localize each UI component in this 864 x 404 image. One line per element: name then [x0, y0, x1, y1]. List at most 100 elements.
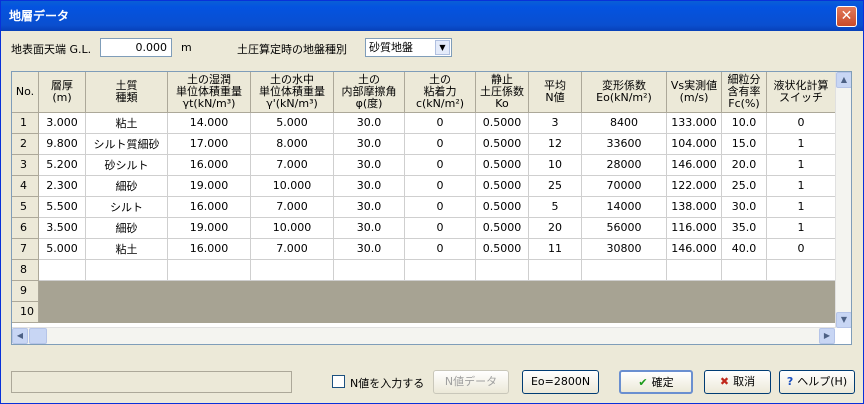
grid-cell[interactable]	[333, 301, 405, 323]
grid-cell[interactable]: 30.0	[333, 175, 405, 197]
grid-cell[interactable]: 0.5000	[475, 133, 529, 155]
grid-cell[interactable]: 0.5000	[475, 154, 529, 176]
grid-cell[interactable]: 30.0	[333, 112, 405, 134]
grid-cell[interactable]: 10.000	[250, 217, 334, 239]
grid-cell[interactable]: 30.0	[333, 133, 405, 155]
grid-cell[interactable]: 3.500	[38, 217, 86, 239]
grid-cell[interactable]: 16.000	[167, 238, 251, 260]
grid-cell[interactable]: 0.5000	[475, 196, 529, 218]
grid-cell[interactable]: 8400	[581, 112, 667, 134]
surface-elevation-input[interactable]: 0.000	[100, 38, 172, 57]
grid-cell[interactable]: 116.000	[666, 217, 722, 239]
grid-cell[interactable]: 1	[766, 196, 836, 218]
scroll-thumb[interactable]	[29, 328, 47, 344]
grid-cell[interactable]: 砂シルト	[85, 154, 168, 176]
grid-cell[interactable]: 2.300	[38, 175, 86, 197]
grid-cell[interactable]	[581, 259, 667, 281]
grid-cell[interactable]: 0.5000	[475, 238, 529, 260]
grid-cell[interactable]: 8.000	[250, 133, 334, 155]
grid-cell[interactable]: 19.000	[167, 175, 251, 197]
grid-cell[interactable]: 16.000	[167, 196, 251, 218]
grid-cell[interactable]	[38, 280, 86, 302]
grid-cell[interactable]: 70000	[581, 175, 667, 197]
grid-cell[interactable]: 14000	[581, 196, 667, 218]
grid-cell[interactable]: 30.0	[333, 238, 405, 260]
grid-cell[interactable]: 25.0	[721, 175, 767, 197]
grid-cell[interactable]: 粘土	[85, 112, 168, 134]
grid-cell[interactable]: 0.5000	[475, 217, 529, 239]
grid-cell[interactable]	[85, 259, 168, 281]
grid-cell[interactable]: 1	[766, 175, 836, 197]
grid-cell[interactable]	[404, 301, 476, 323]
grid-cell[interactable]	[85, 280, 168, 302]
scroll-up-icon[interactable]: ▲	[836, 72, 851, 88]
grid-cell[interactable]: 30800	[581, 238, 667, 260]
grid-cell[interactable]	[721, 280, 767, 302]
n-value-checkbox[interactable]	[332, 375, 345, 388]
grid-cell[interactable]	[528, 280, 582, 302]
grid-cell[interactable]: 20.0	[721, 154, 767, 176]
grid-cell[interactable]: 0	[404, 196, 476, 218]
vertical-scrollbar[interactable]: ▲ ▼	[835, 72, 851, 328]
grid-cell[interactable]: 15.0	[721, 133, 767, 155]
grid-cell[interactable]: 5.000	[250, 112, 334, 134]
grid-cell[interactable]	[475, 280, 529, 302]
grid-cell[interactable]	[404, 259, 476, 281]
grid-cell[interactable]	[766, 301, 836, 323]
grid-cell[interactable]: 104.000	[666, 133, 722, 155]
grid-cell[interactable]	[666, 280, 722, 302]
grid-cell[interactable]	[38, 259, 86, 281]
grid-cell[interactable]: 35.0	[721, 217, 767, 239]
grid-cell[interactable]: 7.000	[250, 154, 334, 176]
grid-cell[interactable]: 30.0	[333, 217, 405, 239]
grid-cell[interactable]: シルト質細砂	[85, 133, 168, 155]
grid-cell[interactable]: 0	[404, 112, 476, 134]
grid-cell[interactable]: 25	[528, 175, 582, 197]
grid-cell[interactable]: 0.5000	[475, 175, 529, 197]
grid-cell[interactable]: 0	[404, 238, 476, 260]
grid-cell[interactable]: 0.5000	[475, 112, 529, 134]
grid-cell[interactable]	[581, 280, 667, 302]
grid-cell[interactable]	[581, 301, 667, 323]
grid-cell[interactable]: 11	[528, 238, 582, 260]
grid-cell[interactable]: 138.000	[666, 196, 722, 218]
grid-cell[interactable]	[666, 259, 722, 281]
grid-cell[interactable]: 9.800	[38, 133, 86, 155]
grid-cell[interactable]: 30.0	[333, 196, 405, 218]
grid-cell[interactable]: 0	[404, 175, 476, 197]
grid-cell[interactable]	[333, 259, 405, 281]
grid-cell[interactable]	[167, 259, 251, 281]
grid-cell[interactable]: 20	[528, 217, 582, 239]
cancel-button[interactable]: ✖ 取消	[704, 370, 771, 394]
grid-cell[interactable]: 12	[528, 133, 582, 155]
grid-cell[interactable]	[404, 280, 476, 302]
grid-cell[interactable]: 1	[766, 133, 836, 155]
grid-cell[interactable]: 細砂	[85, 175, 168, 197]
grid-cell[interactable]: 0	[404, 217, 476, 239]
grid-cell[interactable]	[528, 301, 582, 323]
grid-cell[interactable]: 16.000	[167, 154, 251, 176]
grid-cell[interactable]: 33600	[581, 133, 667, 155]
scroll-right-icon[interactable]: ▶	[819, 328, 835, 344]
grid-cell[interactable]: 3.000	[38, 112, 86, 134]
scroll-left-icon[interactable]: ◀	[12, 328, 28, 344]
grid-cell[interactable]: 14.000	[167, 112, 251, 134]
grid-cell[interactable]: 粘土	[85, 238, 168, 260]
grid-cell[interactable]	[475, 259, 529, 281]
grid-cell[interactable]: 3	[528, 112, 582, 134]
eo-button[interactable]: Eo=2800N	[522, 370, 599, 394]
grid-cell[interactable]: 5.200	[38, 154, 86, 176]
grid-cell[interactable]: 30.0	[721, 196, 767, 218]
grid-cell[interactable]: 7.000	[250, 238, 334, 260]
grid-cell[interactable]: 146.000	[666, 154, 722, 176]
grid-cell[interactable]: 56000	[581, 217, 667, 239]
grid-cell[interactable]	[333, 280, 405, 302]
grid-cell[interactable]: 10.0	[721, 112, 767, 134]
grid-cell[interactable]	[167, 301, 251, 323]
grid-cell[interactable]	[475, 301, 529, 323]
grid-cell[interactable]: 細砂	[85, 217, 168, 239]
n-data-button[interactable]: N値データ	[433, 370, 509, 394]
chevron-down-icon[interactable]: ▼	[435, 40, 450, 55]
grid-cell[interactable]: 133.000	[666, 112, 722, 134]
grid-cell[interactable]: 0	[404, 133, 476, 155]
